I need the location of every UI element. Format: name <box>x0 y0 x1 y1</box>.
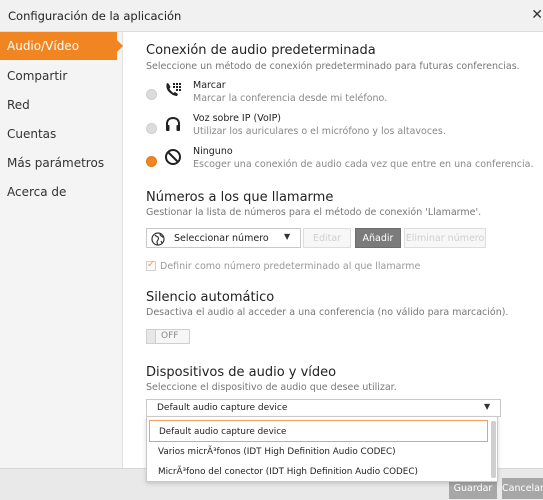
close-icon[interactable]: ✕ <box>531 7 543 23</box>
radio-voip[interactable] <box>146 123 157 134</box>
no-symbol-icon <box>164 148 182 170</box>
sidebar-item-acerca-de[interactable]: Acerca de <box>0 178 123 206</box>
audio-connection-subtitle: Seleccione un método de conexión predete… <box>146 61 520 72</box>
auto-mute-subtitle: Desactiva el audio al acceder a una conf… <box>146 307 509 318</box>
option-voip-desc: Utilizar los auriculares o el micrófono … <box>193 126 446 137</box>
sidebar-item-red[interactable]: Red <box>0 91 123 119</box>
dropdown-option-microfono-conector[interactable]: MicrÃ³fono del conector (IDT High Defini… <box>149 461 488 483</box>
default-number-checkbox[interactable]: ✓ <box>146 259 156 271</box>
headset-icon <box>164 115 182 137</box>
option-ninguno-desc: Escoger una conexión de audio cada vez q… <box>193 159 534 170</box>
phone-keypad-icon <box>164 81 182 103</box>
toggle-knob <box>147 330 156 343</box>
number-select-value: Seleccionar número <box>174 233 269 244</box>
sidebar-item-audio-video[interactable]: Audio/Vídeo <box>0 32 123 60</box>
settings-content: Conexión de audio predeterminada Selecci… <box>123 32 543 468</box>
radio-ninguno[interactable] <box>146 156 157 167</box>
auto-mute-toggle[interactable]: OFF <box>146 329 190 344</box>
option-marcar-desc: Marcar la conferencia desde mi teléfono. <box>193 93 388 104</box>
sidebar-item-cuentas[interactable]: Cuentas <box>0 120 123 148</box>
window-title: Configuración de la aplicación <box>8 9 182 23</box>
chevron-down-icon: ▼ <box>484 402 491 411</box>
call-numbers-subtitle: Gestionar la lista de números para el mé… <box>146 207 482 218</box>
cancel-button[interactable]: Cancelar <box>502 478 543 499</box>
globe-icon <box>151 231 165 250</box>
chevron-down-icon: ▼ <box>284 232 291 241</box>
sidebar-item-mas-parametros[interactable]: Más parámetros <box>0 149 123 177</box>
audio-device-value: Default audio capture device <box>157 403 288 413</box>
auto-mute-heading: Silencio automático <box>146 290 275 305</box>
option-ninguno-title: Ninguno <box>193 146 233 157</box>
devices-subtitle: Seleccione el dispositivo de audio que d… <box>146 382 397 393</box>
title-bar: Configuración de la aplicación ✕ <box>0 0 543 32</box>
radio-marcar[interactable] <box>146 89 157 100</box>
add-button[interactable]: Añadir <box>355 228 401 248</box>
dropdown-option-varios-microfonos[interactable]: Varios micrÃ³fonos (IDT High Definition … <box>149 441 488 463</box>
call-numbers-heading: Números a los que llamarme <box>146 190 334 205</box>
audio-connection-heading: Conexión de audio predeterminada <box>146 43 376 58</box>
number-select[interactable]: Seleccionar número ▼ <box>146 228 301 248</box>
default-number-label: Definir como número predeterminado al qu… <box>160 261 421 272</box>
sidebar: Audio/Vídeo Compartir Red Cuentas Más pa… <box>0 32 123 468</box>
delete-number-button[interactable]: Eliminar número <box>404 228 486 248</box>
audio-device-dropdown: Default audio capture device Varios micr… <box>146 416 498 482</box>
sidebar-item-compartir[interactable]: Compartir <box>0 62 123 90</box>
toggle-label: OFF <box>161 331 179 341</box>
option-marcar-title: Marcar <box>193 80 226 91</box>
checkmark-icon: ✓ <box>147 259 156 270</box>
dropdown-scrollbar[interactable] <box>491 421 496 478</box>
edit-button[interactable]: Editar <box>303 228 351 248</box>
dropdown-option-default[interactable]: Default audio capture device <box>149 420 488 442</box>
audio-device-select[interactable]: Default audio capture device ▼ <box>146 399 501 417</box>
option-voip-title: Voz sobre IP (VoIP) <box>193 113 282 124</box>
devices-heading: Dispositivos de audio y vídeo <box>146 365 337 380</box>
